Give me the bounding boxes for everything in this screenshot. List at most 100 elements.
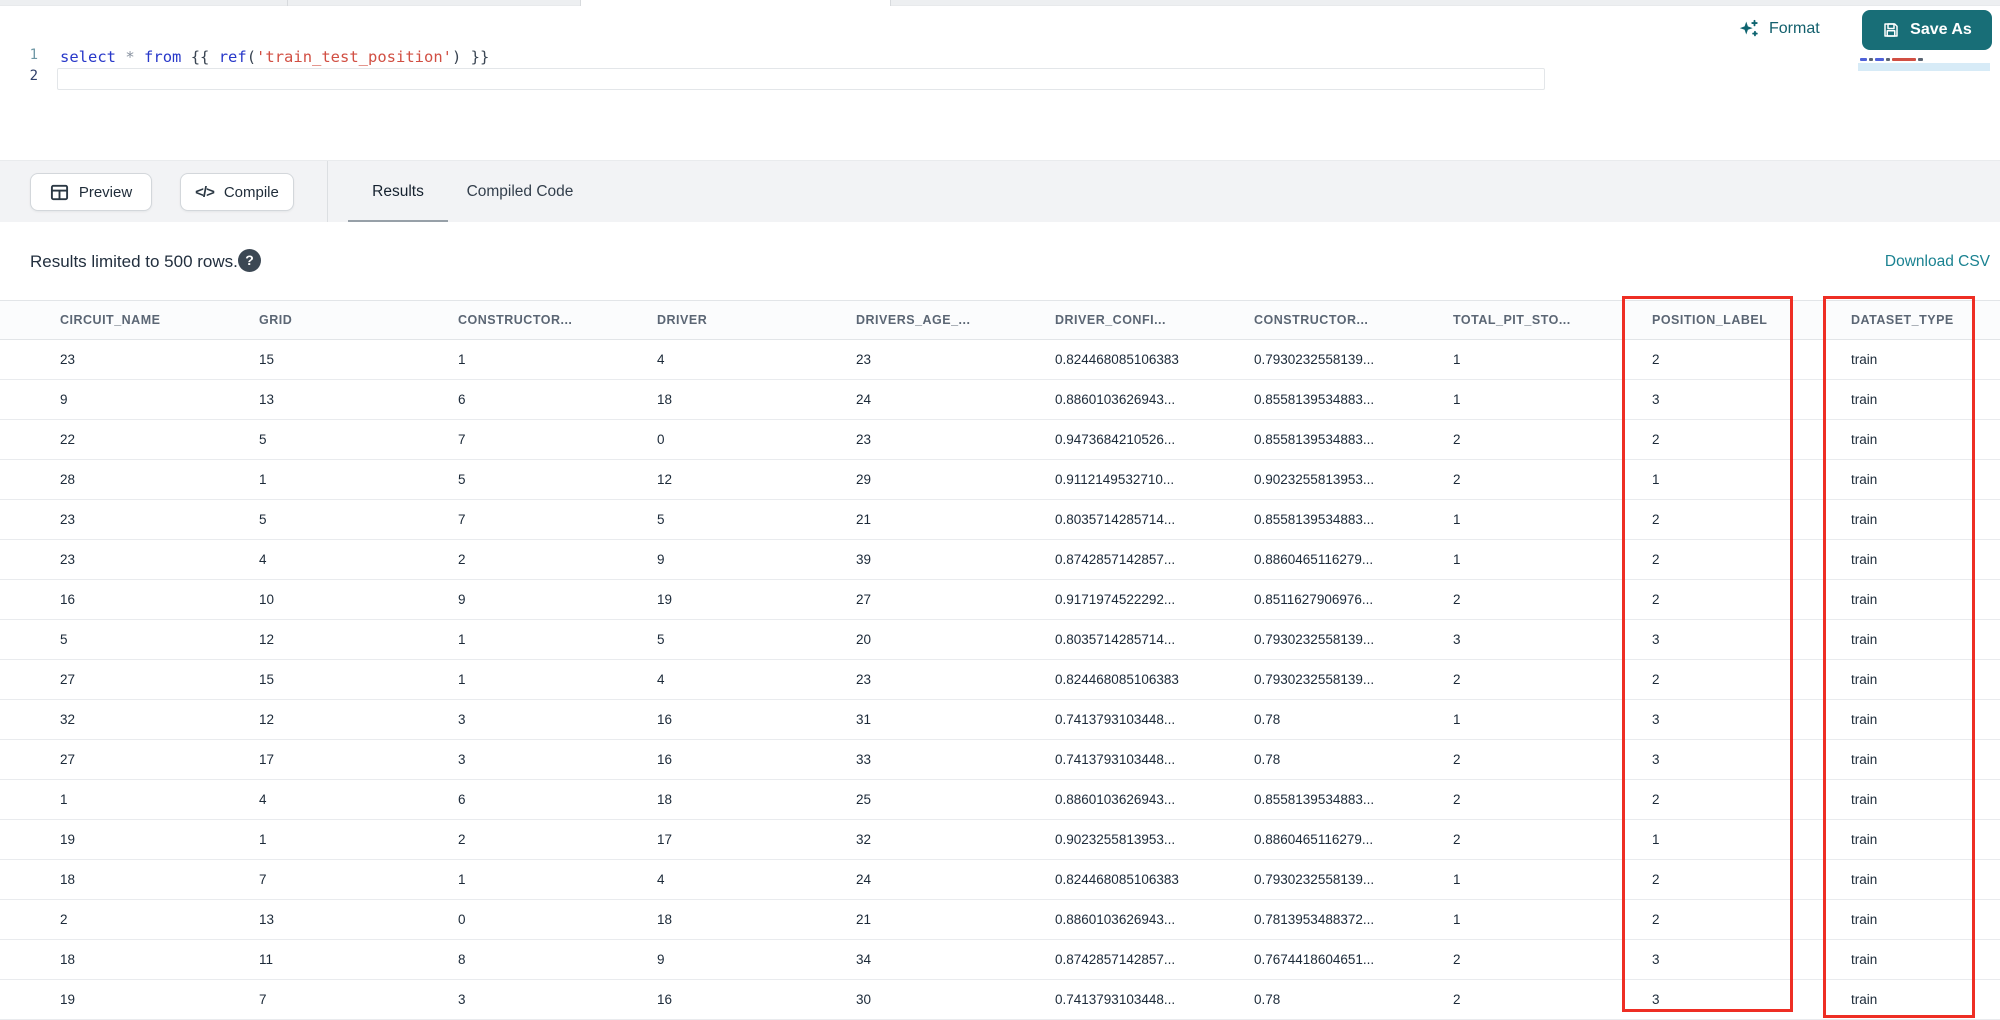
column-header-9-DATASET_TYPE[interactable]: DATASET_TYPE — [1791, 301, 1990, 339]
code-icon: </> — [195, 183, 215, 201]
table-cell: train — [1851, 352, 1878, 367]
column-header-8-POSITION_LABEL[interactable]: POSITION_LABEL — [1592, 301, 1791, 339]
table-cell: 0.9023255813953... — [1254, 472, 1375, 487]
download-csv-link[interactable]: Download CSV — [1885, 253, 1990, 271]
table-cell: 2 — [458, 552, 466, 567]
save-as-label: Save As — [1910, 21, 1972, 38]
dbt-ide-screen: 1 2 select * from {{ ref('train_test_pos… — [0, 0, 2000, 1020]
table-cell: 1 — [458, 872, 466, 887]
table-cell: 18 — [657, 912, 673, 927]
table-cell: 1 — [1652, 832, 1660, 847]
preview-button[interactable]: Preview — [30, 173, 152, 211]
column-header-2-CONSTRUCTOR[interactable]: CONSTRUCTOR... — [398, 301, 597, 339]
table-cell: 2 — [1652, 792, 1660, 807]
table-cell: 0.7930232558139... — [1254, 672, 1375, 687]
table-cell: 0.9473684210526... — [1055, 432, 1176, 447]
action-toolbar: Preview </> Compile Results Compiled Cod… — [0, 160, 2000, 223]
table-row: 16 10 9 19 27 0.9171974522292... 0.85116279069… — [0, 580, 2000, 620]
table-row: 19 1 2 17 32 0.9023255813953... 0.886046511627… — [0, 820, 2000, 860]
column-header-4-DRIVERS_AGE_[interactable]: DRIVERS_AGE_... — [796, 301, 995, 339]
help-icon[interactable]: ? — [238, 249, 261, 272]
table-cell: 20 — [856, 632, 872, 647]
table-cell: 0.7413793103448... — [1055, 752, 1176, 767]
table-cell: 7 — [458, 432, 466, 447]
column-header-7-TOTAL_PIT_STO[interactable]: TOTAL_PIT_STO... — [1393, 301, 1592, 339]
table-cell: 3 — [458, 712, 466, 727]
table-cell: 24 — [856, 392, 872, 407]
table-cell: 9 — [657, 552, 665, 567]
code-token: ) — [452, 48, 462, 66]
table-cell: 9 — [657, 952, 665, 967]
column-header-0-CIRCUIT_NAME[interactable]: CIRCUIT_NAME — [0, 301, 199, 339]
table-cell: train — [1851, 552, 1878, 567]
table-cell: 19 — [60, 832, 76, 847]
table-cell: 13 — [259, 912, 275, 927]
tab-compiled-code[interactable]: Compiled Code — [458, 173, 582, 211]
code-line-1[interactable]: select * from {{ ref('train_test_positio… — [60, 47, 489, 68]
table-cell: 15 — [259, 352, 275, 367]
table-cell: 0.9171974522292... — [1055, 592, 1176, 607]
table-cell: 5 — [458, 472, 466, 487]
table-body: 23 15 1 4 23 0.824468085106383 0.7930232558139… — [0, 340, 2000, 1020]
table-cell: 9 — [60, 392, 68, 407]
table-row: 27 17 3 16 33 0.7413793103448... 0.78 2 3 train — [0, 740, 2000, 780]
table-cell: 7 — [259, 872, 267, 887]
cursor-line-highlight[interactable] — [57, 68, 1545, 90]
table-cell: 4 — [657, 352, 665, 367]
table-cell: 0.8742857142857... — [1055, 952, 1176, 967]
table-cell: 3 — [1453, 632, 1461, 647]
table-cell: 0.8860465116279... — [1254, 552, 1374, 567]
table-cell: 7 — [259, 992, 267, 1007]
table-cell: 1 — [60, 792, 68, 807]
table-cell: 28 — [60, 472, 76, 487]
table-cell: 2 — [1652, 512, 1660, 527]
column-header-6-CONSTRUCTOR[interactable]: CONSTRUCTOR... — [1194, 301, 1393, 339]
sql-editor[interactable]: 1 2 select * from {{ ref('train_test_pos… — [0, 7, 2000, 160]
column-header-5-DRIVER_CONFI[interactable]: DRIVER_CONFI... — [995, 301, 1194, 339]
compile-button[interactable]: </> Compile — [180, 173, 294, 211]
table-cell: 5 — [60, 632, 68, 647]
code-token: select — [60, 48, 116, 66]
save-as-button[interactable]: Save As — [1862, 10, 1992, 50]
table-cell: 19 — [60, 992, 76, 1007]
table-cell: train — [1851, 912, 1878, 927]
tab-results[interactable]: Results — [348, 173, 448, 211]
line-number-2: 2 — [29, 68, 38, 84]
editor-minimap[interactable] — [1858, 57, 1990, 74]
tab-divider — [287, 0, 288, 6]
table-cell: 16 — [657, 992, 673, 1007]
column-header-1-GRID[interactable]: GRID — [199, 301, 398, 339]
code-token: ref — [218, 48, 247, 66]
table-cell: train — [1851, 832, 1878, 847]
table-cell: 0.9023255813953... — [1055, 832, 1176, 847]
save-icon — [1882, 21, 1900, 39]
table-cell: 27 — [60, 752, 76, 767]
table-cell: 1 — [1453, 872, 1461, 887]
format-button[interactable]: Format — [1738, 15, 1820, 43]
table-cell: 2 — [1652, 352, 1660, 367]
minimap-viewport[interactable] — [1858, 63, 1990, 71]
table-cell: 27 — [60, 672, 76, 687]
table-cell: 2 — [1652, 432, 1660, 447]
table-row: 28 1 5 12 29 0.9112149532710... 0.902325581395… — [0, 460, 2000, 500]
table-cell: 23 — [856, 672, 872, 687]
table-cell: 0.8860103626943... — [1055, 912, 1176, 927]
table-cell: 2 — [1652, 872, 1660, 887]
table-cell: 24 — [856, 872, 872, 887]
active-tab-segment — [580, 0, 890, 6]
table-cell: 1 — [1453, 352, 1461, 367]
compile-label: Compile — [223, 183, 279, 201]
table-cell: 0.7413793103448... — [1055, 712, 1176, 727]
code-token: 'train_test_position' — [256, 48, 452, 66]
table-row: 9 13 6 18 24 0.8860103626943... 0.855813953488… — [0, 380, 2000, 420]
table-cell: 6 — [458, 792, 466, 807]
table-cell: 21 — [856, 512, 872, 527]
table-cell: 12 — [259, 712, 275, 727]
editor-tab-strip[interactable] — [0, 0, 2000, 6]
table-cell: 0.824468085106383 — [1055, 352, 1179, 367]
table-row: 23 15 1 4 23 0.824468085106383 0.7930232558139… — [0, 340, 2000, 380]
column-header-3-DRIVER[interactable]: DRIVER — [597, 301, 796, 339]
results-info-bar: Results limited to 500 rows. ? Download … — [0, 222, 2000, 300]
table-cell: 2 — [1652, 592, 1660, 607]
table-cell: 23 — [60, 352, 76, 367]
